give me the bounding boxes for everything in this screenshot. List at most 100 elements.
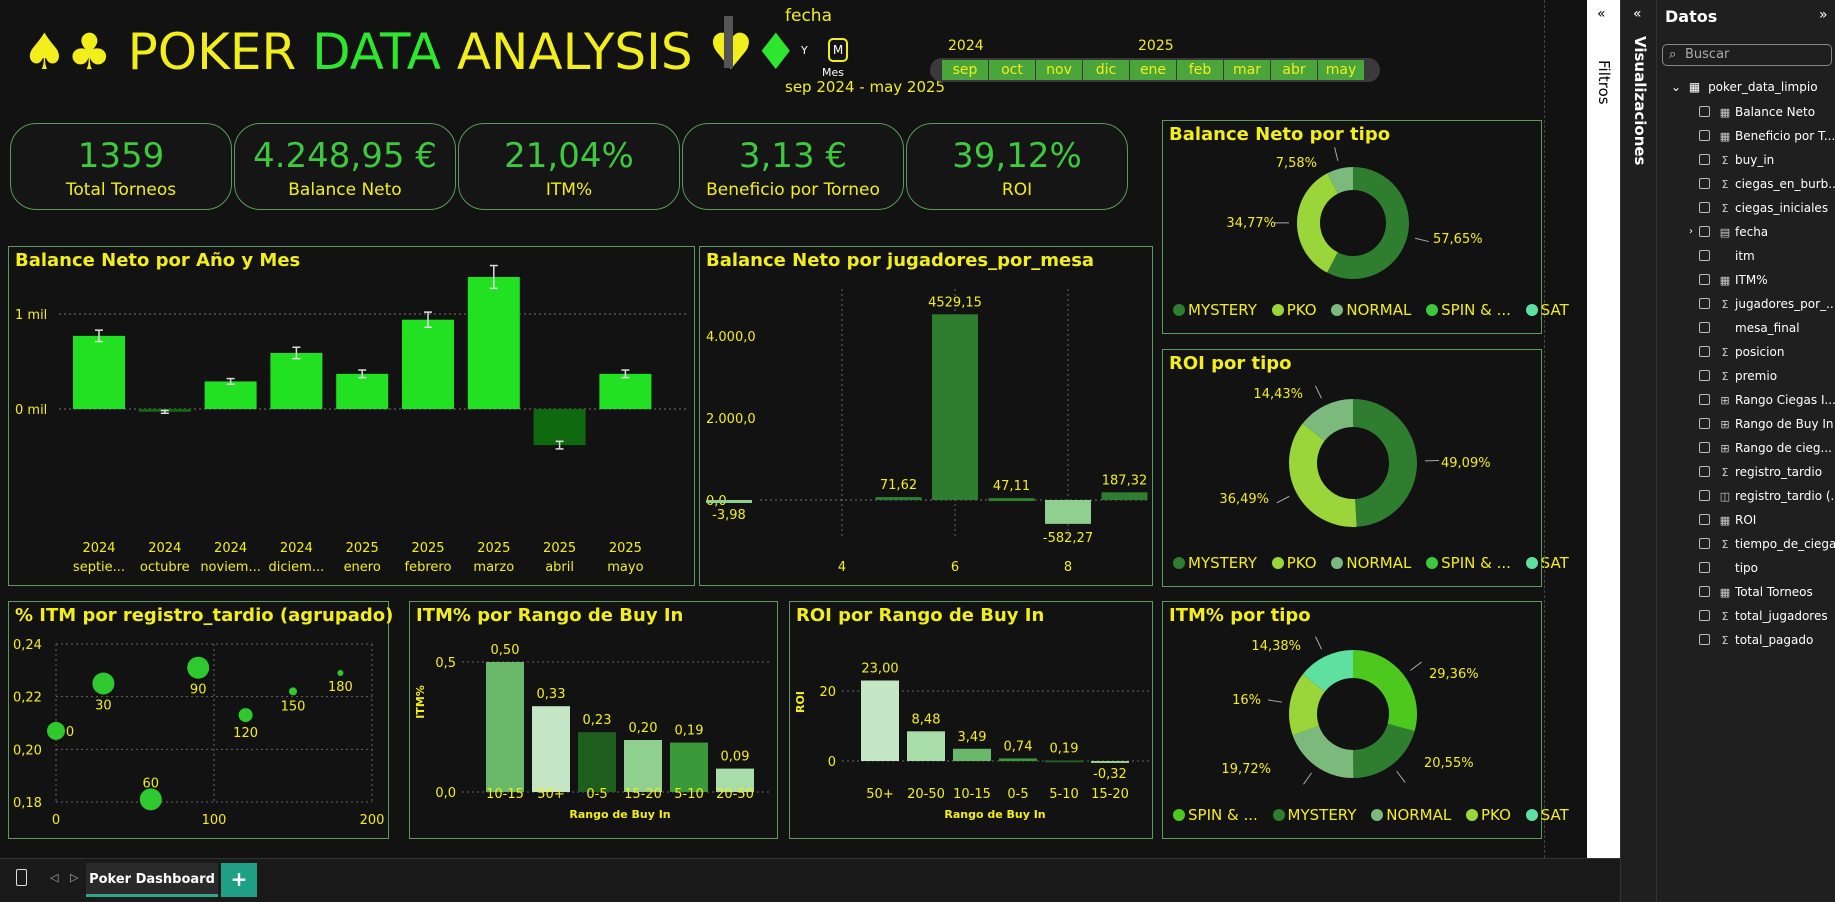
kpi-card-balance-neto[interactable]: 4.248,95 € Balance Neto (234, 123, 456, 210)
field-item[interactable]: ⊞ Rango de Buy In (1699, 414, 1834, 434)
collapse-filters-icon[interactable]: « (1597, 6, 1606, 22)
field-item[interactable]: ▦ Beneficio por T... (1699, 126, 1835, 146)
field-checkbox[interactable] (1699, 562, 1710, 573)
kpi-card-itm[interactable]: 21,04% ITM% (458, 123, 680, 210)
field-checkbox[interactable] (1699, 634, 1710, 645)
expand-visualizations-icon[interactable]: « (1633, 6, 1642, 22)
kpi-label: ROI (1001, 180, 1033, 200)
collapse-data-icon[interactable]: » (1819, 7, 1828, 23)
field-item[interactable]: Σbuy_in (1699, 150, 1774, 170)
chevron-right-icon[interactable]: › (1689, 226, 1693, 237)
field-item[interactable]: mesa_final (1699, 318, 1800, 338)
data-search[interactable]: ⌕ (1662, 44, 1832, 66)
x-tick-year: 2024 (148, 541, 181, 556)
field-checkbox[interactable] (1699, 514, 1710, 525)
field-item[interactable]: ◫ registro_tardio (... (1699, 486, 1835, 506)
field-checkbox[interactable] (1699, 346, 1710, 357)
kpi-card-roi[interactable]: 39,12% ROI (906, 123, 1128, 210)
field-checkbox[interactable] (1699, 490, 1710, 501)
field-item[interactable]: Σpremio (1699, 366, 1777, 386)
field-item[interactable]: tipo (1699, 558, 1758, 578)
field-checkbox[interactable] (1699, 610, 1710, 621)
chart-itm-buyin[interactable]: ITM% por Rango de Buy In 0,5 0,0 0,50 10-15… (409, 601, 778, 839)
next-page-icon[interactable]: ▷ (70, 871, 78, 884)
tab-poker-dashboard[interactable]: Poker Dashboard (86, 863, 218, 897)
search-input[interactable] (1685, 47, 1825, 62)
chart-balance-por-jugadores[interactable]: Balance Neto por jugadores_por_mesa 4.00… (699, 246, 1153, 586)
chevron-down-icon[interactable]: ⌄ (1671, 80, 1681, 94)
bar (1045, 760, 1083, 763)
field-item[interactable]: ⊞ Rango de cieg... (1699, 438, 1832, 458)
field-checkbox[interactable] (1699, 370, 1710, 381)
prev-page-icon[interactable]: ◁ (50, 871, 58, 884)
legend-item: MYSTERY (1272, 806, 1356, 824)
date-timeline[interactable]: sep oct nov dic ene feb mar abr may (930, 58, 1380, 82)
field-checkbox[interactable] (1699, 130, 1710, 141)
field-item[interactable]: Σposicion (1699, 342, 1784, 362)
filters-label[interactable]: Filtros (1595, 60, 1613, 105)
field-item[interactable]: Σciegas_en_burb... (1699, 174, 1835, 194)
kpi-card-total-torneos[interactable]: 1359 Total Torneos (10, 123, 232, 210)
field-item[interactable]: Σtotal_pagado (1699, 630, 1813, 650)
add-page-button[interactable]: + (221, 863, 257, 897)
field-item[interactable]: Σtiempo_de_ciega (1699, 534, 1835, 554)
title-word-data: DATA (312, 23, 441, 81)
table-node[interactable]: ⌄ ▦ poker_data_limpio (1671, 80, 1818, 94)
data-pane: Datos » ⌕ ⌄ ▦ poker_data_limpio ▦ Balance… (1656, 0, 1835, 902)
field-item[interactable]: ⊞ Rango Ciegas I... (1699, 390, 1835, 410)
field-name: registro_tardio (... (1735, 489, 1835, 503)
field-checkbox[interactable] (1699, 466, 1710, 477)
field-checkbox[interactable] (1699, 322, 1710, 333)
field-item[interactable]: ▦ ROI (1699, 510, 1756, 530)
timeline-month[interactable]: mar (1224, 60, 1270, 80)
chart-roi-por-tipo[interactable]: ROI por tipo 49,09% 36,49% 14,43% MYSTERY … (1162, 349, 1569, 587)
field-checkbox[interactable] (1699, 418, 1710, 429)
field-item[interactable]: ▦ Balance Neto (1699, 102, 1815, 122)
chart-balance-por-tipo[interactable]: Balance Neto por tipo 57,65% 34,77% 7,58% … (1162, 120, 1569, 334)
timeline-month[interactable]: dic (1083, 60, 1129, 80)
bar (533, 409, 586, 446)
year-granularity[interactable]: Y (801, 44, 808, 57)
field-checkbox[interactable] (1699, 106, 1710, 117)
field-checkbox[interactable] (1699, 538, 1710, 549)
kpi-card-beneficio[interactable]: 3,13 € Beneficio por Torneo (682, 123, 904, 210)
chart-balance-por-mes[interactable]: Balance Neto por Año y Mes 2 mil1 mil0 m… (8, 246, 695, 586)
timeline-month[interactable]: feb (1177, 60, 1223, 80)
field-item[interactable]: ▦ Total Torneos (1699, 582, 1813, 602)
field-item[interactable]: Σtotal_jugadores (1699, 606, 1828, 626)
mobile-layout-icon[interactable] (16, 869, 27, 886)
field-checkbox[interactable] (1699, 394, 1710, 405)
timeline-month[interactable]: nov (1036, 60, 1082, 80)
field-item[interactable]: ▦ ITM% (1699, 270, 1768, 290)
field-item[interactable]: Σciegas_iniciales (1699, 198, 1828, 218)
field-checkbox[interactable] (1699, 586, 1710, 597)
legend-label: MYSTERY (1188, 301, 1257, 319)
field-checkbox[interactable] (1699, 274, 1710, 285)
chart-itm-registro-tardio[interactable]: % ITM por registro_tardio (agrupado) 0,2… (8, 601, 393, 839)
field-checkbox[interactable] (1699, 154, 1710, 165)
timeline-month[interactable]: oct (989, 60, 1035, 80)
slice-label: 20,55% (1424, 756, 1474, 771)
timeline-month[interactable]: ene (1130, 60, 1176, 80)
field-checkbox[interactable] (1699, 178, 1710, 189)
chart-itm-por-tipo[interactable]: ITM% por tipo 29,36% 20,55% 19,72% 16% 14,38… (1162, 601, 1569, 839)
visualizations-label[interactable]: Visualizaciones (1631, 36, 1649, 165)
field-checkbox[interactable] (1699, 202, 1710, 213)
chart-roi-buyin[interactable]: ROI por Rango de Buy In 20 0 23,00 50+ 8,48 2… (789, 601, 1153, 839)
timeline-month[interactable]: abr (1271, 60, 1317, 80)
field-checkbox[interactable] (1699, 298, 1710, 309)
field-checkbox[interactable] (1699, 250, 1710, 261)
month-granularity[interactable]: M (828, 38, 848, 62)
visualizations-pane[interactable]: « Visualizaciones (1620, 0, 1656, 902)
field-item[interactable]: Σregistro_tardio (1699, 462, 1822, 482)
timeline-month[interactable]: sep (942, 60, 988, 80)
field-item[interactable]: itm (1699, 246, 1755, 266)
filters-pane[interactable]: « Filtros (1587, 0, 1620, 858)
x-tick-label: 10-15 (486, 787, 524, 802)
field-checkbox[interactable] (1699, 226, 1710, 237)
field-checkbox[interactable] (1699, 442, 1710, 453)
timeline-month[interactable]: may (1318, 60, 1364, 80)
field-item[interactable]: ▤ fecha (1699, 222, 1768, 242)
granularity-switch[interactable]: Y M Mes (798, 36, 858, 80)
field-item[interactable]: Σjugadores_por_... (1699, 294, 1835, 314)
